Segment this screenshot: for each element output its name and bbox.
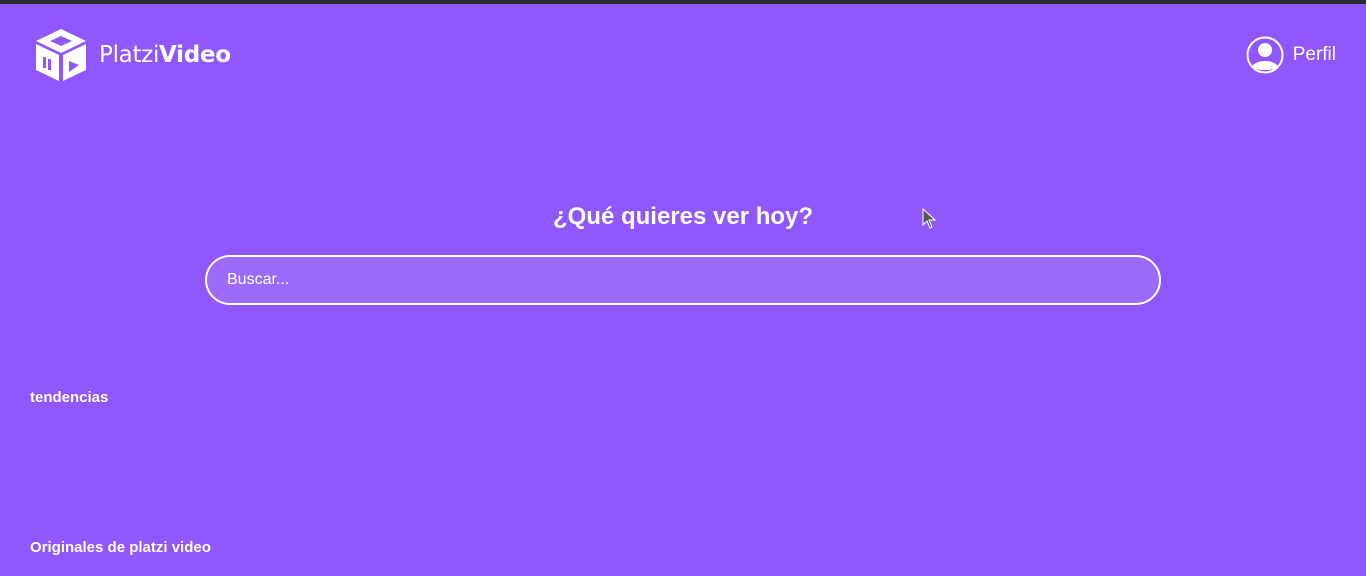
logo-text-bold: Video <box>159 41 231 68</box>
section-title-originales: Originales de platzi video <box>30 539 211 556</box>
user-avatar-icon <box>1246 36 1284 74</box>
profile-label: Perfil <box>1292 44 1336 65</box>
section-title-tendencias: tendencias <box>30 389 109 406</box>
logo-link[interactable]: PlatziVideo <box>33 28 231 82</box>
platzi-video-cube-icon <box>36 29 86 81</box>
search-input[interactable] <box>205 255 1161 305</box>
logo-text: PlatziVideo <box>99 41 231 68</box>
profile-menu[interactable]: Perfil <box>1246 36 1336 74</box>
logo-text-light: Platzi <box>99 41 160 68</box>
header: PlatziVideo Perfil <box>0 4 1366 100</box>
page-title: ¿Qué quieres ver hoy? <box>552 203 814 230</box>
mouse-cursor-icon <box>922 208 937 229</box>
